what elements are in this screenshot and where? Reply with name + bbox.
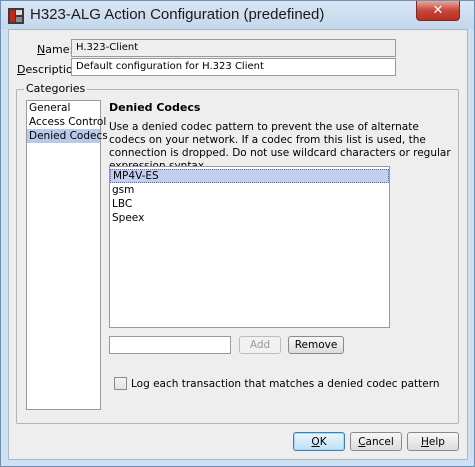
codec-list[interactable]: MP4V-ES gsm LBC Speex	[109, 166, 390, 328]
window-title: H323-ALG Action Configuration (predefine…	[30, 6, 325, 23]
category-item-access-control[interactable]: Access Control	[27, 115, 106, 129]
name-field[interactable]: H.323-Client	[71, 39, 396, 57]
close-button[interactable]: ✕	[416, 1, 460, 21]
section-title: Denied Codecs	[109, 101, 201, 114]
category-list[interactable]: General Access Control Denied Codecs	[26, 100, 108, 410]
codec-item[interactable]: gsm	[110, 183, 389, 197]
log-checkbox[interactable]	[114, 377, 127, 390]
category-item-denied-codecs[interactable]: Denied Codecs	[27, 129, 108, 143]
help-button[interactable]: Help	[407, 432, 459, 451]
new-codec-input[interactable]	[109, 336, 231, 354]
category-item-general[interactable]: General	[27, 101, 100, 115]
remove-button[interactable]: Remove	[288, 336, 344, 354]
add-button[interactable]: Add	[239, 336, 281, 354]
log-checkbox-label: Log each transaction that matches a deni…	[131, 378, 440, 390]
close-icon: ✕	[432, 3, 444, 18]
title-bar[interactable]: H323-ALG Action Configuration (predefine…	[1, 1, 474, 29]
ok-button[interactable]: OK	[293, 432, 345, 451]
app-icon	[8, 8, 24, 24]
name-label: Name:	[37, 43, 74, 56]
codec-item[interactable]: MP4V-ES	[110, 169, 389, 183]
description-field[interactable]: Default configuration for H.323 Client	[71, 58, 396, 76]
codec-item[interactable]: Speex	[110, 211, 389, 225]
codec-item[interactable]: LBC	[110, 197, 389, 211]
categories-legend: Categories	[24, 82, 88, 95]
cancel-button[interactable]: Cancel	[350, 432, 402, 451]
